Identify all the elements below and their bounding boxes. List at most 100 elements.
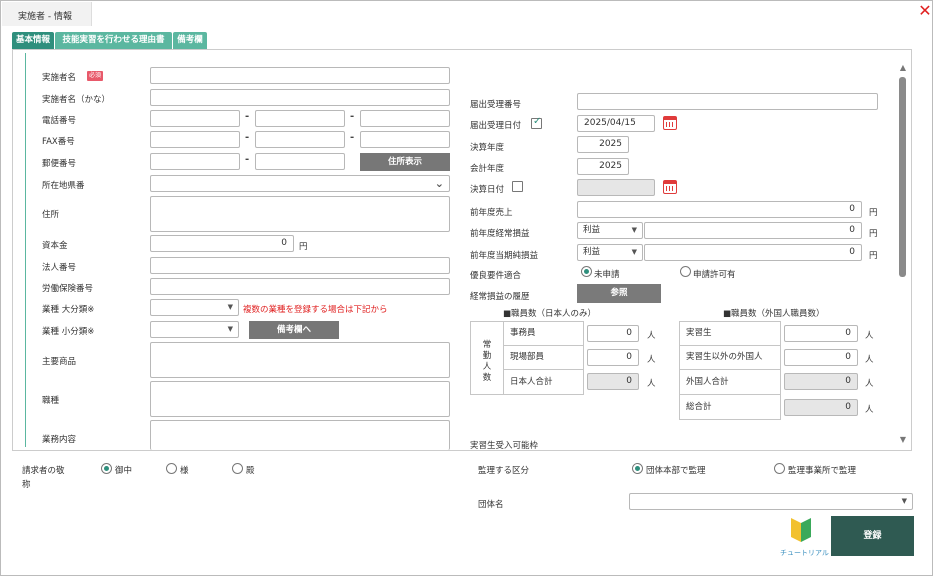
prefecture-select[interactable]: ⌄	[150, 175, 450, 192]
phone-input-3[interactable]	[360, 110, 450, 127]
prev-net-select-value: 利益	[583, 247, 601, 257]
insurance-input[interactable]	[150, 278, 450, 295]
prev-net-unit: 円	[869, 251, 878, 261]
honorific-radio-dono[interactable]	[232, 463, 243, 474]
staff-field-input[interactable]: 0	[587, 349, 639, 366]
tab-basic-info[interactable]: 基本情報	[12, 32, 54, 49]
fax-label: FAX番号	[42, 137, 75, 147]
chevron-down-icon: ▼	[631, 226, 637, 234]
account-year-label: 会計年度	[470, 164, 505, 174]
honorific-radio-onchu[interactable]	[101, 463, 112, 474]
staff-clerk-input[interactable]: 0	[587, 325, 639, 342]
foreign-unit-2: 人	[865, 355, 874, 365]
fiscal-year-label: 決算年度	[470, 143, 505, 153]
intake-label: 実習生受入可能枠	[470, 441, 539, 451]
address-lookup-button[interactable]: 住所表示	[360, 153, 450, 171]
scroll-thumb[interactable]	[899, 77, 906, 277]
corp-number-label: 法人番号	[42, 263, 77, 273]
kana-label: 実施者名（かな）	[42, 95, 111, 105]
staff-row-clerk: 事務員	[503, 321, 584, 346]
honorific-radio-sama[interactable]	[166, 463, 177, 474]
industry-minor-select[interactable]: ▼	[150, 321, 239, 338]
tab-reason-doc[interactable]: 技能実習を行わせる理由書	[55, 32, 172, 49]
fiscal-year-input[interactable]: 2025	[577, 136, 629, 153]
staff-unit-3: 人	[647, 379, 656, 389]
industry-major-select[interactable]: ▼	[150, 299, 239, 316]
foreign-unit-3: 人	[865, 379, 874, 389]
kana-input[interactable]	[150, 89, 450, 106]
name-label: 実施者名	[42, 73, 77, 83]
history-label: 経常損益の履歴	[470, 292, 530, 302]
capital-unit: 円	[299, 242, 308, 252]
scroll-up-icon[interactable]: ▲	[897, 63, 909, 72]
phone-input-2[interactable]	[255, 110, 345, 127]
window-title: 実施者 - 情報	[18, 12, 72, 22]
foreign-row-trainee: 実習生	[679, 321, 781, 346]
name-input[interactable]	[150, 67, 450, 84]
staff-unit-2: 人	[647, 355, 656, 365]
account-year-input[interactable]: 2025	[577, 158, 629, 175]
prev-ordinary-select-value: 利益	[583, 225, 601, 235]
history-view-button[interactable]: 参照	[577, 284, 661, 303]
phone-input-1[interactable]	[150, 110, 240, 127]
products-textarea[interactable]	[150, 342, 450, 378]
honorific-opt2: 様	[180, 466, 189, 476]
postal-input-2[interactable]	[255, 153, 345, 170]
address-textarea[interactable]	[150, 196, 450, 232]
prefecture-label: 所在地県番	[42, 181, 85, 191]
foreign-row-grand-total: 総合計	[679, 394, 781, 420]
postal-input-1[interactable]	[150, 153, 240, 170]
panel-accent-line	[25, 53, 26, 447]
tutorial-icon[interactable]	[790, 515, 811, 543]
supervise-radio-office[interactable]	[774, 463, 785, 474]
corp-number-input[interactable]	[150, 257, 450, 274]
address-label: 住所	[42, 210, 60, 220]
supervise-radio-hq[interactable]	[632, 463, 643, 474]
foreign-trainee-input[interactable]: 0	[784, 325, 858, 342]
prev-net-input[interactable]: 0	[644, 244, 862, 261]
chevron-down-icon: ▼	[227, 325, 233, 333]
vertical-scrollbar[interactable]: ▲ ▼	[897, 63, 909, 447]
fax-input-3[interactable]	[360, 131, 450, 148]
prev-ordinary-select[interactable]: 利益 ▼	[577, 222, 643, 239]
capital-input[interactable]: 0	[150, 235, 294, 252]
dialog-window: 実施者 - 情報 ✕ 基本情報 技能実習を行わせる理由書 備考欄 実施者名 必須…	[0, 0, 933, 576]
scroll-down-icon[interactable]: ▼	[897, 435, 909, 444]
settle-date-label: 決算日付	[470, 185, 505, 195]
register-button[interactable]: 登録	[831, 516, 914, 556]
chevron-down-icon: ▼	[901, 497, 907, 505]
tab-remarks[interactable]: 備考欄	[173, 32, 207, 49]
org-name-select[interactable]: ▼	[629, 493, 913, 510]
required-badge: 必須	[87, 71, 104, 81]
staff-total-input: 0	[587, 373, 639, 390]
business-textarea[interactable]	[150, 420, 450, 450]
foreign-row-other: 実習生以外の外国人	[679, 345, 781, 370]
excellent-radio-approved[interactable]	[680, 266, 691, 277]
tutorial-label[interactable]: チュートリアル	[780, 548, 829, 558]
notif-date-checkbox[interactable]	[531, 116, 542, 129]
calendar-icon[interactable]	[663, 116, 677, 130]
job-textarea[interactable]	[150, 381, 450, 417]
prev-net-select[interactable]: 利益 ▼	[577, 244, 643, 261]
business-label: 業務内容	[42, 435, 77, 445]
calendar-icon[interactable]	[663, 180, 677, 194]
remarks-jump-button[interactable]: 備考欄へ	[249, 321, 339, 339]
prev-sales-label: 前年度売上	[470, 208, 513, 218]
chevron-down-icon: ▼	[631, 248, 637, 256]
fax-input-2[interactable]	[255, 131, 345, 148]
insurance-label: 労働保険番号	[42, 284, 94, 294]
prev-sales-input[interactable]: 0	[577, 201, 862, 218]
notif-number-input[interactable]	[577, 93, 878, 110]
notif-date-label: 届出受理日付	[470, 121, 522, 131]
fax-input-1[interactable]	[150, 131, 240, 148]
prev-ordinary-input[interactable]: 0	[644, 222, 862, 239]
settle-date-input	[577, 179, 655, 196]
excellent-radio-unapplied[interactable]	[581, 266, 592, 277]
notif-date-input[interactable]: 2025/04/15	[577, 115, 655, 132]
settle-date-checkbox[interactable]	[512, 181, 523, 192]
capital-label: 資本金	[42, 241, 68, 251]
job-label: 職種	[42, 396, 60, 406]
foreign-other-input[interactable]: 0	[784, 349, 858, 366]
close-icon[interactable]: ✕	[917, 3, 933, 19]
prev-ordinary-label: 前年度経常損益	[470, 229, 530, 239]
